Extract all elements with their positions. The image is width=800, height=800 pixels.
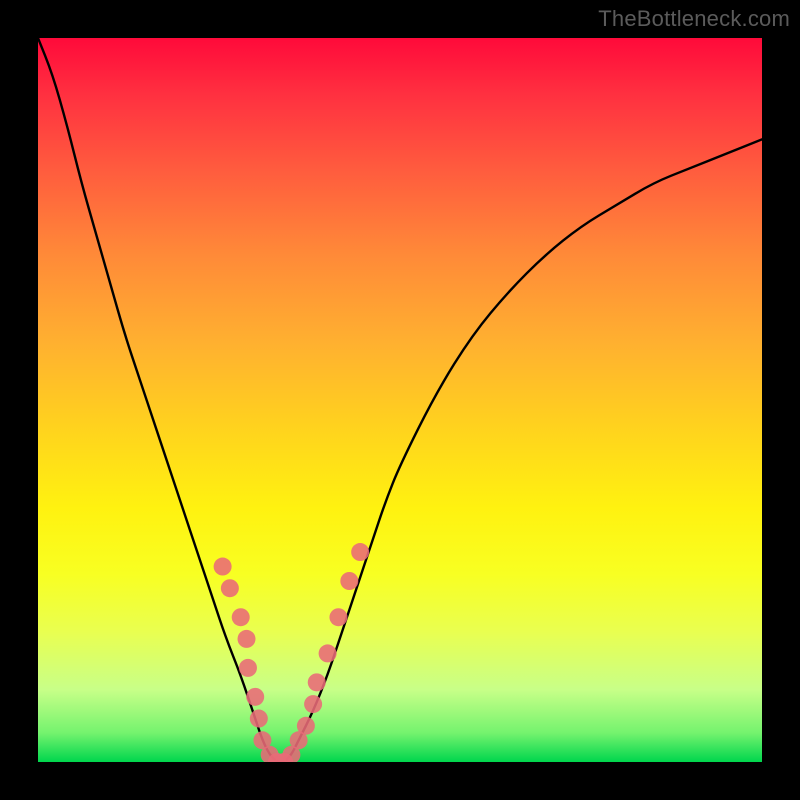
marker-dot bbox=[297, 717, 315, 735]
marker-dot bbox=[304, 695, 322, 713]
marker-dot bbox=[239, 659, 257, 677]
marker-dot bbox=[214, 558, 232, 576]
marker-dot bbox=[329, 608, 347, 626]
marker-dot bbox=[238, 630, 256, 648]
marker-dot bbox=[250, 710, 268, 728]
curve-line bbox=[38, 38, 762, 762]
marker-group bbox=[214, 543, 370, 762]
marker-dot bbox=[308, 673, 326, 691]
marker-dot bbox=[340, 572, 358, 590]
chart-frame: TheBottleneck.com bbox=[0, 0, 800, 800]
marker-dot bbox=[232, 608, 250, 626]
plot-svg bbox=[38, 38, 762, 762]
plot-area bbox=[38, 38, 762, 762]
marker-dot bbox=[221, 579, 239, 597]
marker-dot bbox=[246, 688, 264, 706]
marker-dot bbox=[351, 543, 369, 561]
watermark-text: TheBottleneck.com bbox=[598, 6, 790, 32]
marker-dot bbox=[319, 644, 337, 662]
